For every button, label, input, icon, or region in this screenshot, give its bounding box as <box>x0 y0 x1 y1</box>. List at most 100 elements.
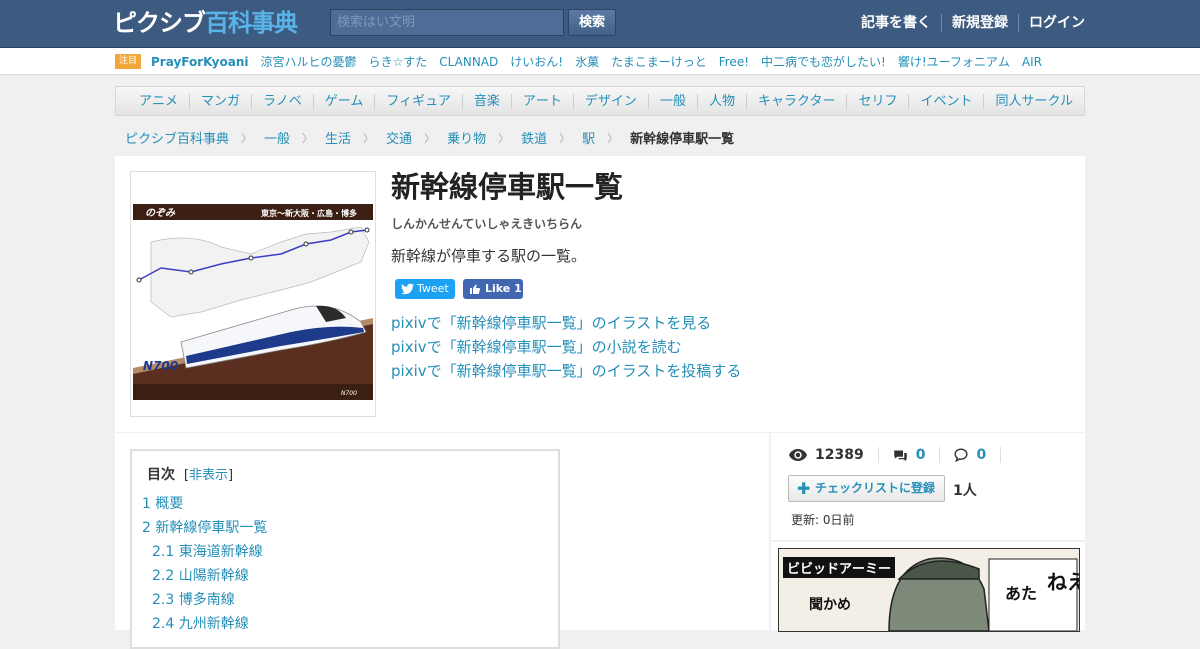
shinkansen-illustration: のぞみ 東京～新大阪・広島・博多 N700 N700 <box>133 204 373 400</box>
breadcrumb-item[interactable]: 乗り物 <box>447 128 486 147</box>
ad-banner[interactable]: ねえ あた 聞かめ ビビッドアーミー <box>778 548 1080 632</box>
breadcrumb-separator-icon: 〉 <box>363 131 375 145</box>
category-item[interactable]: イベント <box>908 94 983 109</box>
article-body: 目次 [非表示] 1 概要 2 新幹線停車駅一覧 2.1 東海道新幹線 2.2 山陽新… <box>115 433 769 649</box>
toc-toggle: [非表示] <box>184 468 233 483</box>
logo-part2: 百科事典 <box>205 9 298 37</box>
tweet-button[interactable]: Tweet <box>395 279 455 299</box>
toc-heading: 目次 [非表示] <box>147 464 233 484</box>
trending-item[interactable]: 氷菓 <box>575 53 599 70</box>
category-item[interactable]: 音楽 <box>461 94 511 109</box>
site-logo[interactable]: ピクシブ百科事典 <box>113 8 298 38</box>
trending-item[interactable]: AIR <box>1022 55 1042 69</box>
article-thumbnail[interactable]: のぞみ 東京～新大阪・広島・博多 N700 N700 <box>130 171 376 417</box>
checklist-label: チェックリストに登録 <box>815 481 936 495</box>
ad-title: ビビッドアーミー <box>783 557 896 578</box>
comments-count: 0 <box>915 447 926 463</box>
updated-time: 更新: 0日前 <box>791 513 855 527</box>
category-item[interactable]: 一般 <box>647 94 697 109</box>
comments-stat[interactable]: 0 <box>877 447 940 463</box>
speech-bubble-icon <box>954 448 969 462</box>
breadcrumb-separator-icon: 〉 <box>559 131 571 145</box>
category-bar: アニメ マンガ ラノベ ゲーム フィギュア 音楽 アート デザイン 一般 人物 キャラクター セリフイ… <box>115 86 1085 116</box>
category-item[interactable]: ゲーム <box>312 94 375 109</box>
image-caption: N700 <box>341 390 357 397</box>
breadcrumb-item[interactable]: 鉄道 <box>521 128 547 147</box>
trending-item[interactable]: 響け!ユーフォニアム <box>898 53 1010 70</box>
trending-item[interactable]: 涼宮ハルヒの憂鬱 <box>261 53 357 70</box>
breadcrumb: ピクシブ百科事典〉一般〉生活〉交通〉乗り物〉鉄道〉駅〉新幹線停車駅一覧 <box>125 128 735 148</box>
site-header: ピクシブ百科事典 検索 記事を書く 新規登録 ログイン <box>0 0 1200 48</box>
replies-count: 0 <box>976 447 987 463</box>
article-reading: しんかんせんていしゃえきいちらん <box>391 217 583 231</box>
tweet-label: Tweet <box>417 282 449 295</box>
checklist-count: 1人 <box>953 483 977 499</box>
trending-item[interactable]: CLANNAD <box>439 55 498 69</box>
trending-bar: 注目 PrayForKyoani 涼宮ハルヒの憂鬱 らき☆すた CLANNAD けいおん… <box>0 48 1200 75</box>
breadcrumb-separator-icon: 〉 <box>241 131 253 145</box>
trending-item[interactable]: らき☆すた <box>369 53 428 70</box>
toc-item[interactable]: 2.4 九州新幹線 <box>142 612 267 636</box>
toc-title: 目次 <box>147 467 175 483</box>
breadcrumb-item[interactable]: 交通 <box>386 128 412 147</box>
like-label: Like 1 <box>485 282 522 295</box>
category-item[interactable]: キャラクター <box>745 94 846 109</box>
toc-item[interactable]: 2.1 東海道新幹線 <box>142 540 267 564</box>
pixiv-novel-link[interactable]: pixivで「新幹線停車駅一覧」の小説を読む <box>391 335 741 359</box>
article-header-card: のぞみ 東京～新大阪・広島・博多 N700 N700 新幹線停車駅一覧 しんかん… <box>115 156 1085 432</box>
toc-item[interactable]: 2.3 博多南線 <box>142 588 267 612</box>
signup-link[interactable]: 新規登録 <box>941 14 1018 32</box>
toc-toggle-close: ] <box>227 468 234 483</box>
svg-text:聞かめ: 聞かめ <box>809 597 851 613</box>
toc-list: 1 概要 2 新幹線停車駅一覧 2.1 東海道新幹線 2.2 山陽新幹線 2.3 博多南… <box>142 492 267 636</box>
replies-stat[interactable]: 0 <box>939 447 1000 463</box>
stats-row: 12389 0 0 <box>789 447 1029 463</box>
views-stat: 12389 <box>789 447 878 463</box>
category-item[interactable]: マンガ <box>189 94 251 109</box>
breadcrumb-separator-icon: 〉 <box>424 131 436 145</box>
toc-item[interactable]: 2 新幹線停車駅一覧 <box>142 516 267 540</box>
trending-item[interactable]: PrayForKyoani <box>151 55 249 69</box>
svg-text:ねえ: ねえ <box>1047 570 1079 594</box>
category-item[interactable]: デザイン <box>572 94 648 109</box>
search-input[interactable] <box>330 9 564 36</box>
breadcrumb-separator-icon: 〉 <box>607 131 619 145</box>
breadcrumb-item[interactable]: 生活 <box>325 128 351 147</box>
article-stats-panel: 12389 0 0 ✚ チェックリストに登録 1人 更新: 0日前 <box>771 433 1085 540</box>
trending-badge: 注目 <box>115 54 142 69</box>
breadcrumb-item[interactable]: 一般 <box>264 128 290 147</box>
views-count: 12389 <box>815 447 864 463</box>
comments-icon <box>893 450 907 461</box>
plus-icon: ✚ <box>797 479 811 498</box>
add-to-checklist-button[interactable]: ✚ チェックリストに登録 <box>788 475 945 502</box>
category-item[interactable]: 人物 <box>696 94 746 109</box>
category-item[interactable]: フィギュア <box>374 94 461 109</box>
toc-hide-link[interactable]: 非表示 <box>189 468 228 483</box>
category-item[interactable]: アート <box>510 94 573 109</box>
toc-item[interactable]: 2.2 山陽新幹線 <box>142 564 267 588</box>
trending-item[interactable]: たまこまーけっと <box>611 53 707 70</box>
breadcrumb-current: 新幹線停車駅一覧 <box>630 132 735 147</box>
facebook-like-button[interactable]: Like 1 <box>463 279 523 299</box>
trending-item[interactable]: Free! <box>719 55 749 69</box>
svg-text:あた: あた <box>1005 584 1037 603</box>
pixiv-post-link[interactable]: pixivで「新幹線停車駅一覧」のイラストを投稿する <box>391 359 741 383</box>
category-item[interactable]: セリフ <box>846 94 908 109</box>
category-item[interactable]: 同人サークル <box>983 94 1084 109</box>
breadcrumb-separator-icon: 〉 <box>498 131 510 145</box>
logo-part1: ピクシブ <box>113 9 206 37</box>
toc-item[interactable]: 1 概要 <box>142 492 267 516</box>
search-button[interactable]: 検索 <box>568 9 616 36</box>
breadcrumb-item[interactable]: ピクシブ百科事典 <box>125 128 229 147</box>
pixiv-illust-link[interactable]: pixivで「新幹線停車駅一覧」のイラストを見る <box>391 311 741 335</box>
category-item[interactable]: アニメ <box>128 94 189 109</box>
sidebar-ad: ねえ あた 聞かめ ビビッドアーミー <box>771 542 1085 632</box>
trending-item[interactable]: 中二病でも恋がしたい! <box>761 53 886 70</box>
trending-item[interactable]: けいおん! <box>510 53 563 70</box>
write-article-link[interactable]: 記事を書く <box>861 14 941 32</box>
breadcrumb-separator-icon: 〉 <box>302 131 314 145</box>
article-description: 新幹線が停車する駅の一覧。 <box>391 247 587 265</box>
login-link[interactable]: ログイン <box>1018 14 1085 32</box>
breadcrumb-item[interactable]: 駅 <box>582 128 595 147</box>
category-item[interactable]: ラノベ <box>251 94 313 109</box>
